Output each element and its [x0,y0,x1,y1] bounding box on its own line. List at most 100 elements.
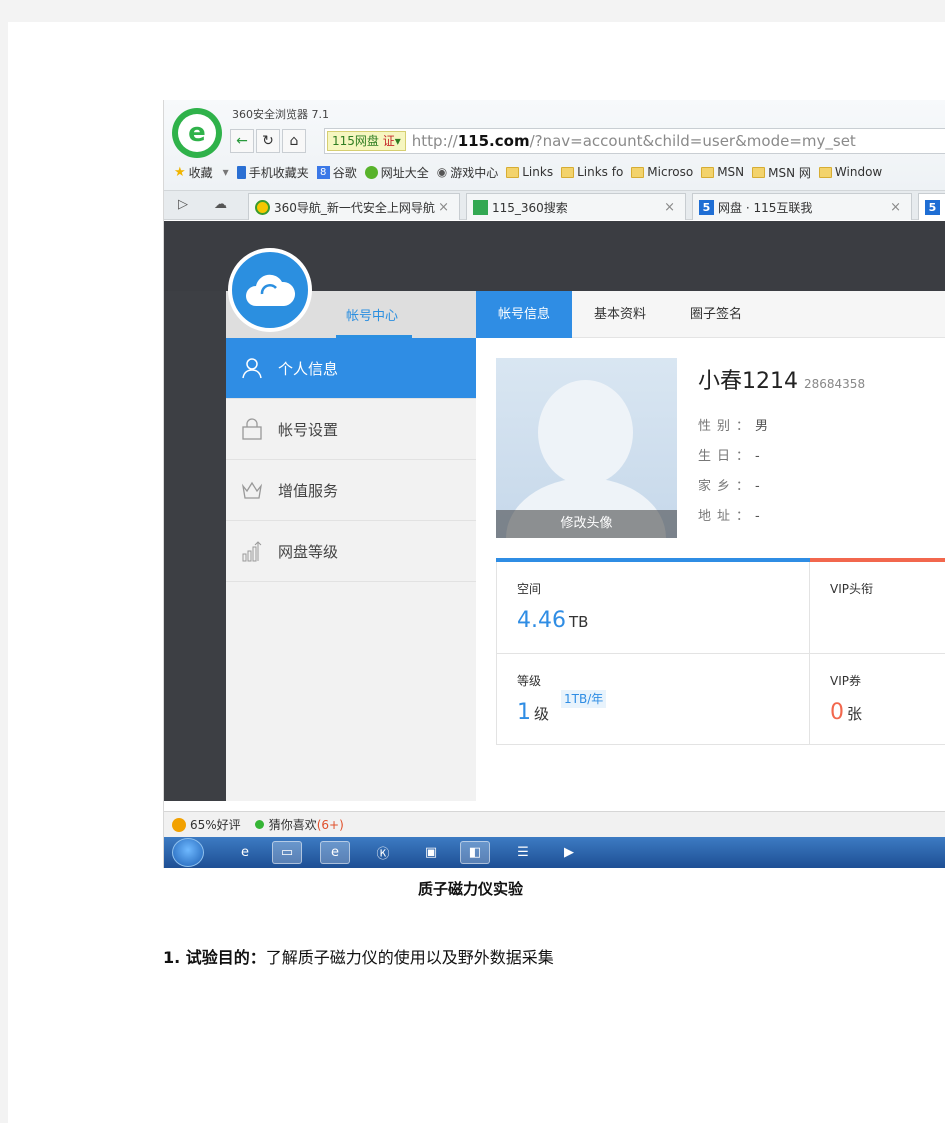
360-browser-icon[interactable]: e [320,841,350,864]
home-icon[interactable]: ⌂ [282,129,306,153]
level-tag: 1TB/年 [561,690,607,708]
orange-icon [172,817,186,832]
sidebar-item-personal-info[interactable]: 个人信息 [226,338,476,399]
tab-search[interactable]: 115_360搜索 × [466,193,686,220]
site-avatar[interactable] [228,248,312,332]
status-bar: 65%好评 猜你喜欢(6+) [164,811,945,837]
search-icon [473,199,488,215]
bookmark-phone[interactable]: 手机收藏夹 [236,164,309,181]
k-app-icon[interactable]: Ⓚ [368,841,398,864]
google-icon: 8 [316,165,330,179]
stat-vip-coupon-label: VIP券 [830,674,861,688]
bookmark-folder[interactable]: Microso [631,165,693,179]
bookmark-folder[interactable]: Links fo [561,165,623,179]
tab-360-nav[interactable]: 360导航_新一代安全上网导航 × [248,193,460,220]
info-address: 地址：- [698,509,760,524]
account-sidebar: 帐号中心 个人信息 帐号设置 增值服务 网盘等级 [226,291,476,801]
certificate-icon: 证 [382,134,395,148]
360-icon [255,199,270,215]
stat-level-value: 1级 [517,700,550,725]
sidebar-item-disk-level[interactable]: 网盘等级 [226,521,476,582]
nav-buttons: ← ↻ ⌂ [230,128,308,154]
rating-text[interactable]: 65%好评 [190,816,241,833]
browser-screenshot: e 360安全浏览器 7.1 ← ↻ ⌂ 115网盘 证▾ http://115… [163,100,945,868]
sidebar-item-label: 增值服务 [278,481,339,500]
tab-account-info[interactable]: 帐号信息 [476,291,572,338]
window-app-icon[interactable]: ◧ [460,841,490,864]
profile-photo[interactable]: 修改头像 [496,358,677,538]
info-birthday: 生日：- [698,449,760,464]
account-main: 帐号信息 基本资料 圈子签名 修改头像 小春1214 28684358 性别：男 … [476,291,945,801]
info-hometown: 家乡：- [698,479,760,494]
address-bar[interactable]: 115网盘 证▾ http://115.com/?nav=account&chi… [324,128,945,154]
account-tabs: 帐号信息 基本资料 圈子签名 [476,291,945,338]
address-url[interactable]: http://115.com/?nav=account&child=user&m… [412,132,856,150]
change-avatar-button[interactable]: 修改头像 [496,510,677,538]
green-dot-icon [254,820,264,829]
ie-icon[interactable]: e [230,841,260,864]
guess-you-like[interactable]: 猜你喜欢(6+) [269,816,344,833]
sidebar-toggle-icon[interactable]: ▷ [178,197,188,212]
phone-icon [236,165,246,179]
stat-vip-coupon: VIP券 0张 [810,653,945,745]
back-arrow-icon[interactable]: ← [230,129,254,153]
bookmark-google[interactable]: 8 谷歌 [316,164,357,181]
person-icon [242,358,262,379]
bookmark-folder[interactable]: MSN [701,165,744,179]
stat-level: 等级 1TB/年 1级 [496,653,810,745]
game-icon: ◉ [436,165,448,179]
star-icon: ★ [174,164,186,180]
sidebar-item-account-settings[interactable]: 帐号设置 [226,399,476,460]
username: 小春1214 28684358 [698,369,866,394]
web-page: 帐号中心 个人信息 帐号设置 增值服务 网盘等级 帐号信息 基本资料 圈子签名 … [164,221,945,801]
bar-chart-icon [242,541,262,562]
cloud-icon [246,274,296,306]
tab-basic-profile[interactable]: 基本资料 [572,291,668,338]
sidebar-item-label: 帐号设置 [278,420,339,439]
bookmark-folder[interactable]: MSN 网 [752,164,811,181]
refresh-icon[interactable]: ↻ [256,129,280,153]
stat-space-value: 4.46 TB [517,608,589,633]
folder-icon [506,166,520,178]
close-icon[interactable]: × [438,200,449,215]
stat-space: 空间 4.46 TB [496,562,810,654]
user-id: 28684358 [804,377,866,391]
tab-115[interactable]: 5 网盘 · 115互联我 × [692,193,912,220]
stat-vip-title-label: VIP头衔 [830,582,873,596]
start-button-icon[interactable] [172,838,204,867]
app-icon[interactable]: ▣ [416,841,446,864]
windows-taskbar: e ▭ e Ⓚ ▣ ◧ ☰ ▶ [164,837,945,868]
folder-icon [631,166,645,178]
bookmark-games[interactable]: ◉ 游戏中心 [437,164,499,181]
folder-icon [561,166,575,178]
bookmark-folder[interactable]: Window [818,165,882,179]
media-player-icon[interactable]: ▶ [554,841,584,864]
close-icon[interactable]: × [664,200,675,215]
115-icon: 5 [925,199,940,215]
crown-icon [241,481,263,499]
folder-icon [752,166,766,178]
360-browser-logo-icon: e [172,108,222,158]
site-badge[interactable]: 115网盘 证▾ [327,131,406,151]
stat-vip-title: VIP头衔 [810,562,945,654]
lock-icon [242,418,262,440]
bookmark-sites[interactable]: 网址大全 [364,164,429,181]
folder-icon [701,166,715,178]
sidebar-item-label: 个人信息 [278,359,339,378]
sidebar-title[interactable]: 帐号中心 [346,305,398,324]
list-app-icon[interactable]: ☰ [508,841,538,864]
close-icon[interactable]: × [890,200,901,215]
bookmark-favorites[interactable]: ★ 收藏 ▾ [174,164,229,181]
tab-circle-signature[interactable]: 圈子签名 [668,291,764,338]
avatar-head-shape [538,380,633,485]
figure-caption: 质子磁力仪实验 [417,880,523,898]
explorer-icon[interactable]: ▭ [272,841,302,864]
tab-active[interactable]: 5 [918,193,945,220]
page-gutter [164,291,226,801]
cloud-icon[interactable]: ☁ [214,197,227,212]
bookmark-folder[interactable]: Links [506,165,553,179]
app-title: 360安全浏览器 7.1 [232,108,329,121]
tab-bar: ▷ ☁ 360导航_新一代安全上网导航 × 115_360搜索 × 5 网盘 · 11… [164,190,945,220]
360-icon [364,165,378,179]
sidebar-item-value-services[interactable]: 增值服务 [226,460,476,521]
